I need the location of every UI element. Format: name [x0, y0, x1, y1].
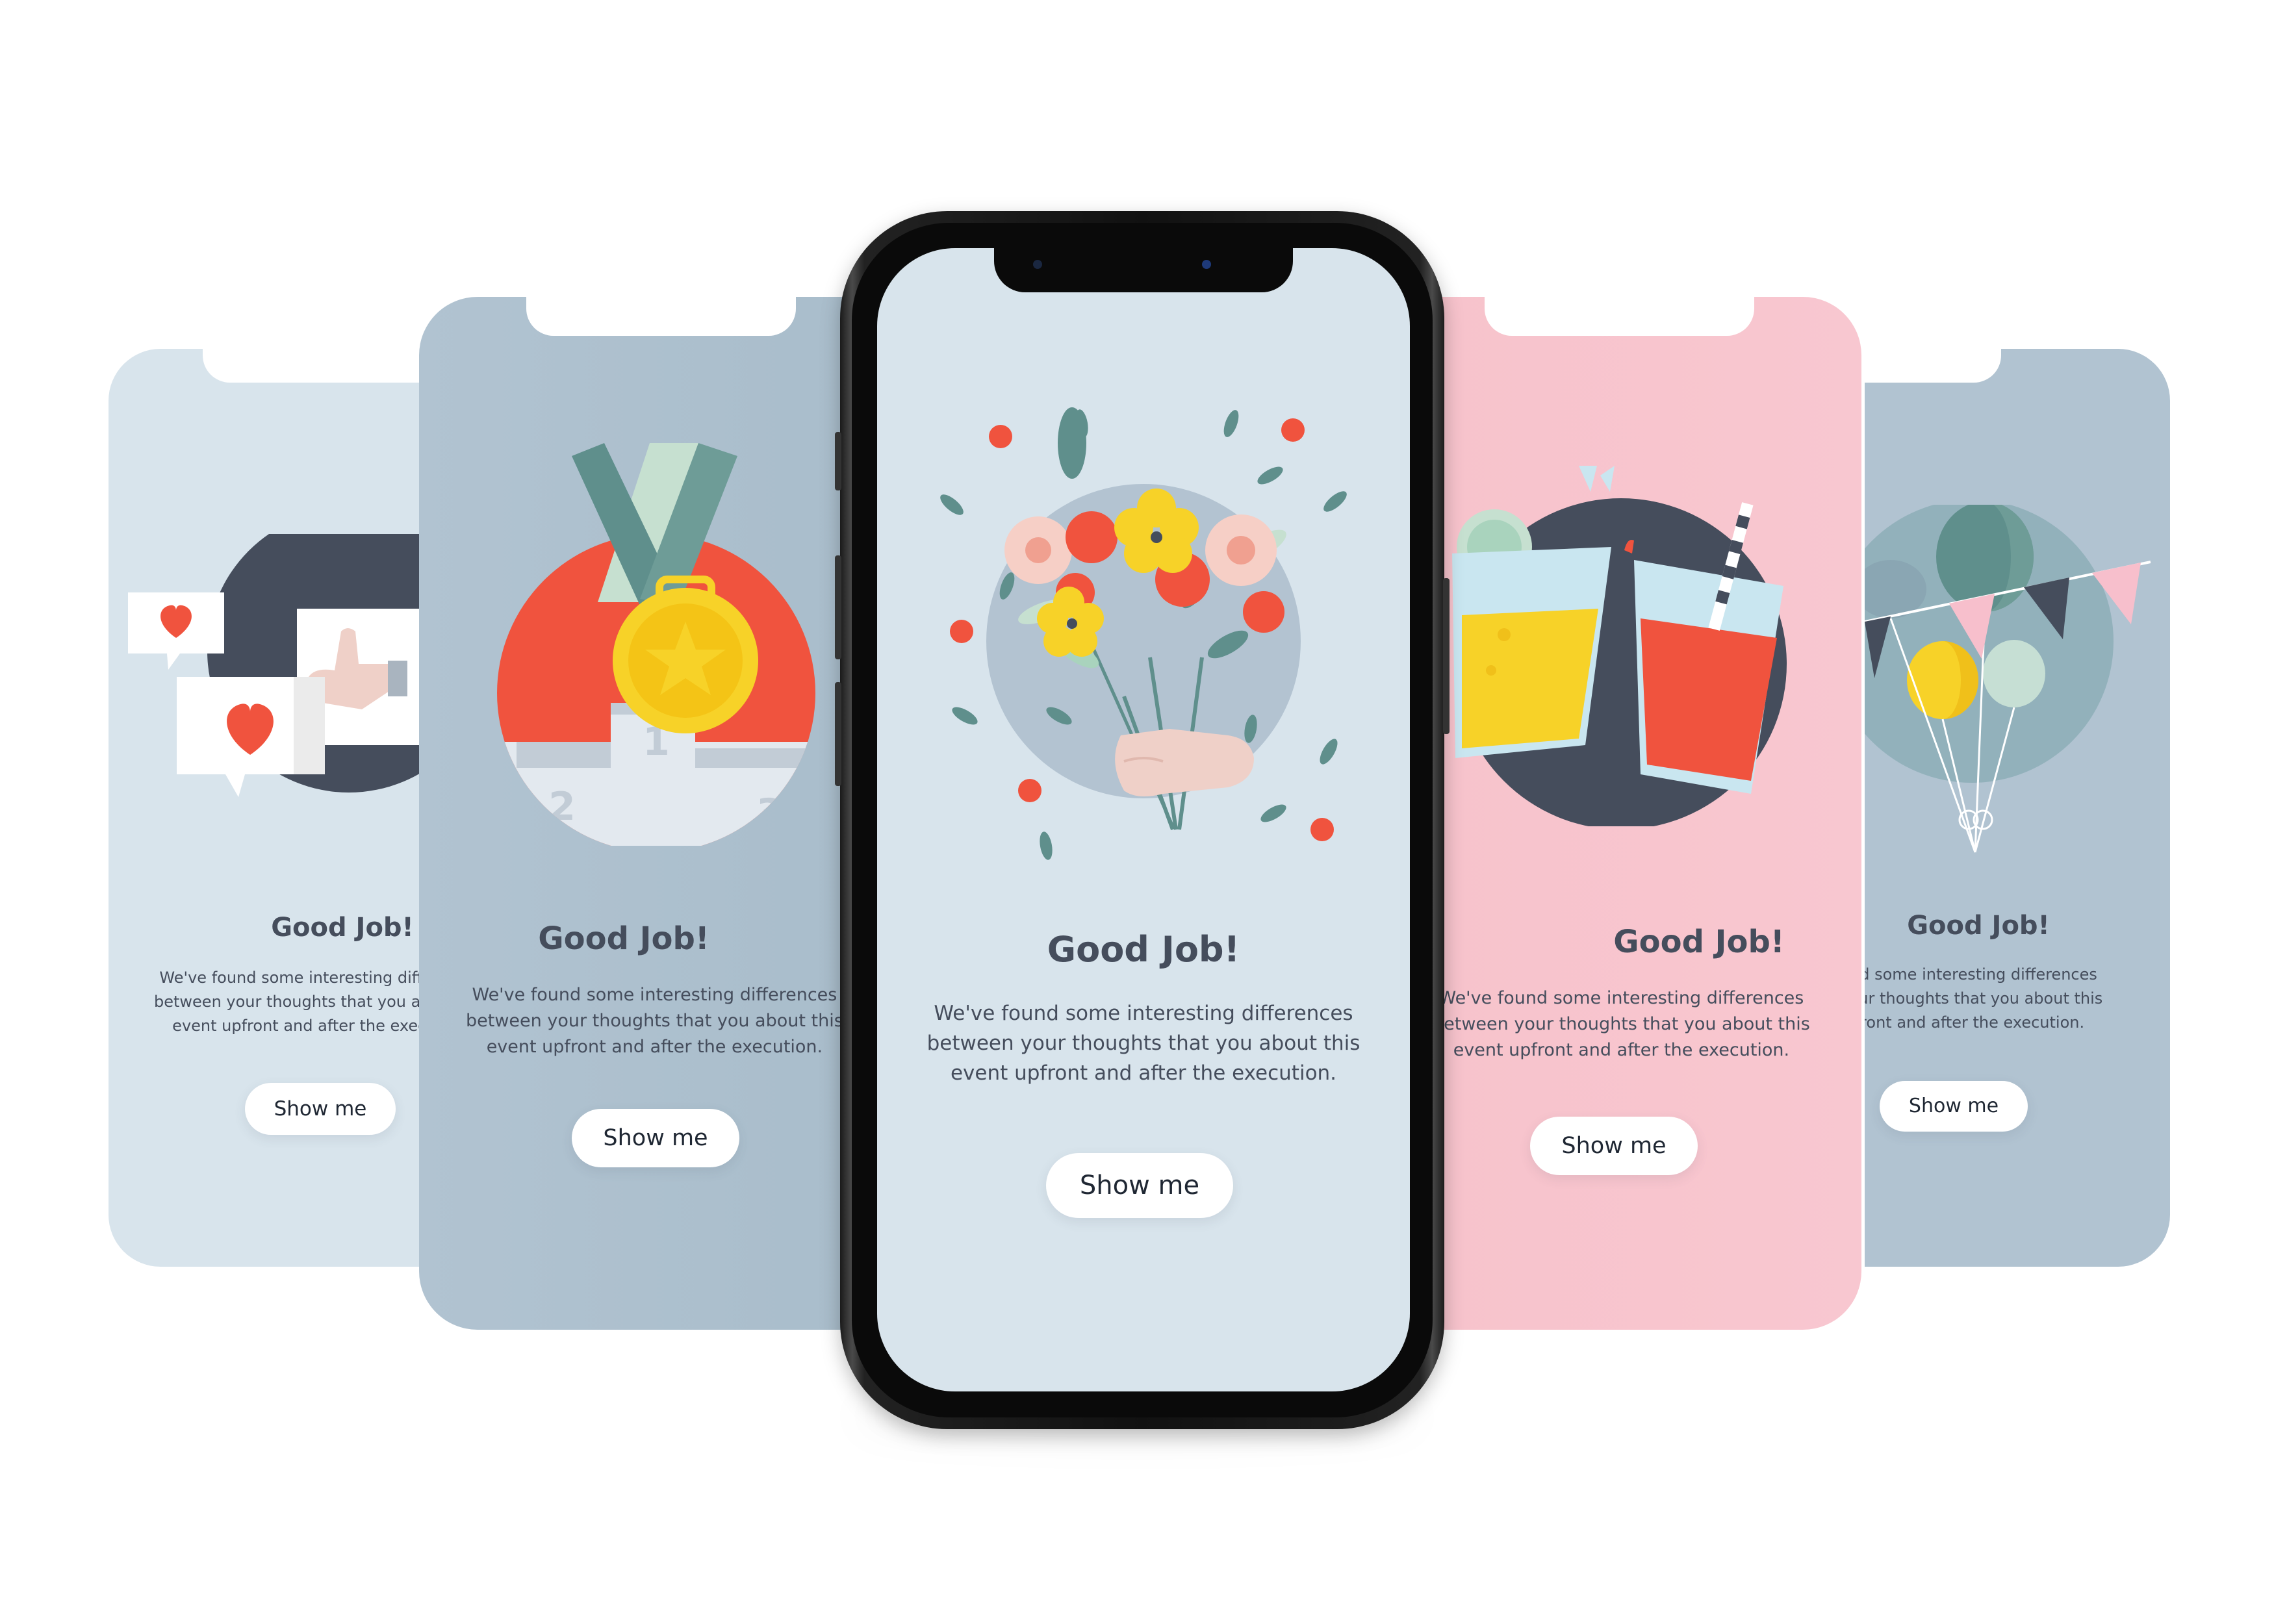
screen-title: Good Job! [1907, 911, 2050, 941]
description-line: between your thoughts that you about thi… [154, 993, 446, 1011]
screen-card-balloons: Good Job! We've found some interesting d… [1865, 349, 2170, 1267]
description-line: event upfront and after the execution. [950, 1061, 1337, 1085]
description-line: We've found some interesting differences [934, 1002, 1353, 1025]
screen-title: Good Job! [1047, 929, 1240, 970]
screen-title: Good Job! [271, 913, 414, 943]
description-line: event upfront and after the execution. [1865, 1013, 2085, 1032]
description-line: between your thoughts that you about thi… [926, 1032, 1361, 1055]
phone-notch [994, 248, 1293, 292]
description-line: event upfront and after the execution. [172, 1017, 446, 1035]
description-line: We've found some interesting differences [159, 969, 446, 987]
description-line: We've found some interesting differences [472, 985, 837, 1005]
screen-card-medal: 1 2 3 Good Job! We've found some interes… [419, 297, 861, 1330]
screen-description: We've found some interesting differences… [1439, 985, 1810, 1063]
camera-dot [1033, 260, 1042, 269]
description-line: We've found some interesting differences [1865, 965, 2097, 983]
description-line: between your thoughts that you about thi… [466, 1011, 843, 1031]
side-button [835, 555, 841, 659]
screen-card-drinks: Good Job! We've found some interesting d… [1439, 297, 1861, 1330]
screen-description: We've found some interesting differences… [877, 998, 1410, 1088]
show-me-button[interactable]: Show me [245, 1083, 396, 1135]
screen-description: We've found some interesting differences… [1865, 963, 2102, 1035]
show-me-button[interactable]: Show me [1530, 1117, 1698, 1175]
notch [526, 297, 796, 336]
camera-dot [1202, 260, 1211, 269]
flower-bouquet-illustration [940, 407, 1347, 860]
medal-podium-illustration: 1 2 3 [497, 443, 815, 846]
screen-card-likes: Good Job! We've found some interesting d… [109, 349, 446, 1267]
show-me-button[interactable]: Show me [1880, 1081, 2028, 1132]
side-button [835, 682, 841, 786]
notch [1485, 297, 1754, 336]
description-line: between your thoughts that you about thi… [1439, 1014, 1810, 1034]
likes-thumbs-up-illustration [128, 534, 446, 797]
screen-title: Good Job! [1613, 924, 1785, 960]
show-me-button[interactable]: Show me [572, 1109, 739, 1167]
podium-number-2: 2 [548, 784, 576, 830]
description-line: between your thoughts that you about thi… [1865, 989, 2103, 1008]
description-line: We've found some interesting differences [1439, 988, 1804, 1008]
side-button [835, 432, 841, 490]
screen-card-bouquet: Good Job! We've found some interesting d… [877, 248, 1410, 1391]
screen-description: We've found some interesting differences… [466, 982, 843, 1060]
balloons-bunting-illustration [1865, 505, 2151, 853]
description-line: event upfront and after the execution. [1453, 1040, 1790, 1060]
notch [1865, 349, 2001, 383]
notch [203, 349, 446, 383]
side-button [1443, 578, 1450, 734]
show-me-button[interactable]: Show me [1046, 1153, 1233, 1218]
screen-description: We've found some interesting differences… [154, 966, 446, 1038]
podium-number-3: 3 [756, 791, 784, 836]
description-line: event upfront and after the execution. [486, 1037, 823, 1057]
cheers-drinks-illustration [1452, 466, 1787, 826]
screen-title: Good Job! [538, 920, 709, 957]
